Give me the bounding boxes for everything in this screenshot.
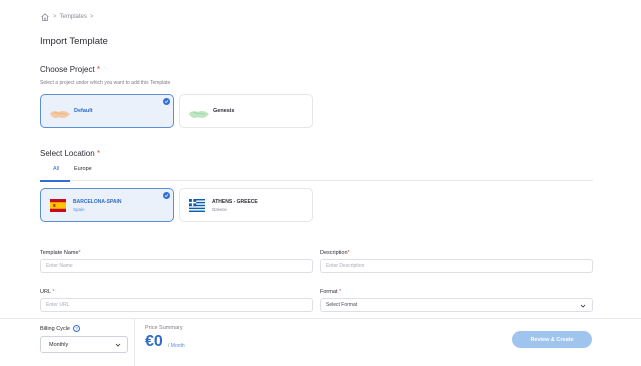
location-tabs: All Europe: [40, 164, 593, 181]
project-card-default[interactable]: Default: [40, 94, 174, 128]
project-map-icon: [188, 107, 210, 125]
tab-all[interactable]: All: [53, 166, 59, 172]
template-name-label: Template Name*: [40, 250, 81, 256]
chevron-down-icon: [580, 303, 586, 309]
breadcrumb-templates[interactable]: Templates: [60, 14, 87, 20]
page-title: Import Template: [40, 36, 108, 47]
choose-project-subtitle: Select a project under which you want to…: [40, 80, 171, 86]
greece-flag-icon: [189, 199, 205, 212]
project-name: Default: [74, 108, 93, 114]
url-label: URL *: [40, 289, 55, 295]
review-create-button[interactable]: Review & Create: [512, 331, 592, 348]
breadcrumb-separator: >: [53, 14, 57, 20]
tab-europe[interactable]: Europe: [74, 166, 92, 172]
breadcrumb: > Templates >: [40, 11, 93, 23]
billing-cycle-value: Monthly: [49, 341, 69, 348]
location-card-barcelona[interactable]: BARCELONA-SPAIN Spain: [40, 188, 174, 222]
price-amount: €0: [145, 333, 163, 350]
billing-cycle-select[interactable]: Monthly: [40, 336, 128, 353]
location-country: Spain: [73, 207, 85, 212]
location-name: BARCELONA-SPAIN: [73, 199, 122, 205]
help-icon[interactable]: ?: [72, 325, 80, 332]
home-icon[interactable]: [40, 12, 50, 22]
url-placeholder: Enter URL: [46, 302, 70, 308]
location-name: ATHENS - GREECE: [212, 199, 258, 205]
select-location-title: Select Location *: [40, 149, 101, 158]
breadcrumb-separator: >: [89, 14, 94, 20]
required-marker: *: [96, 65, 101, 74]
project-name: Genesis: [213, 108, 235, 114]
price-unit: / Month: [168, 343, 185, 349]
required-marker: *: [96, 149, 101, 158]
format-label: Format *: [320, 289, 342, 295]
template-name-input[interactable]: Enter Name: [40, 259, 313, 273]
template-name-placeholder: Enter Name: [46, 263, 73, 269]
choose-project-title: Choose Project *: [40, 65, 101, 74]
footer-divider: [134, 318, 135, 366]
selected-check-icon: [163, 98, 170, 105]
project-card-genesis[interactable]: Genesis: [179, 94, 313, 128]
description-label: Description*: [320, 250, 350, 256]
project-map-icon: [49, 107, 71, 125]
billing-cycle-label: Billing Cycle ?: [40, 325, 80, 332]
url-input[interactable]: Enter URL: [40, 298, 313, 312]
active-tab-indicator: [40, 180, 70, 182]
format-select[interactable]: Select Format: [320, 298, 593, 312]
spain-flag-icon: [50, 199, 66, 212]
chevron-down-icon: [115, 342, 121, 348]
description-input[interactable]: Enter Description: [320, 259, 593, 273]
description-placeholder: Enter Description: [326, 263, 365, 269]
location-card-athens[interactable]: ATHENS - GREECE Greece: [179, 188, 313, 222]
selected-check-icon: [163, 192, 170, 199]
price-summary-label: Price Summary: [145, 325, 183, 331]
format-placeholder: Select Format: [326, 302, 358, 308]
location-country: Greece: [212, 207, 227, 212]
